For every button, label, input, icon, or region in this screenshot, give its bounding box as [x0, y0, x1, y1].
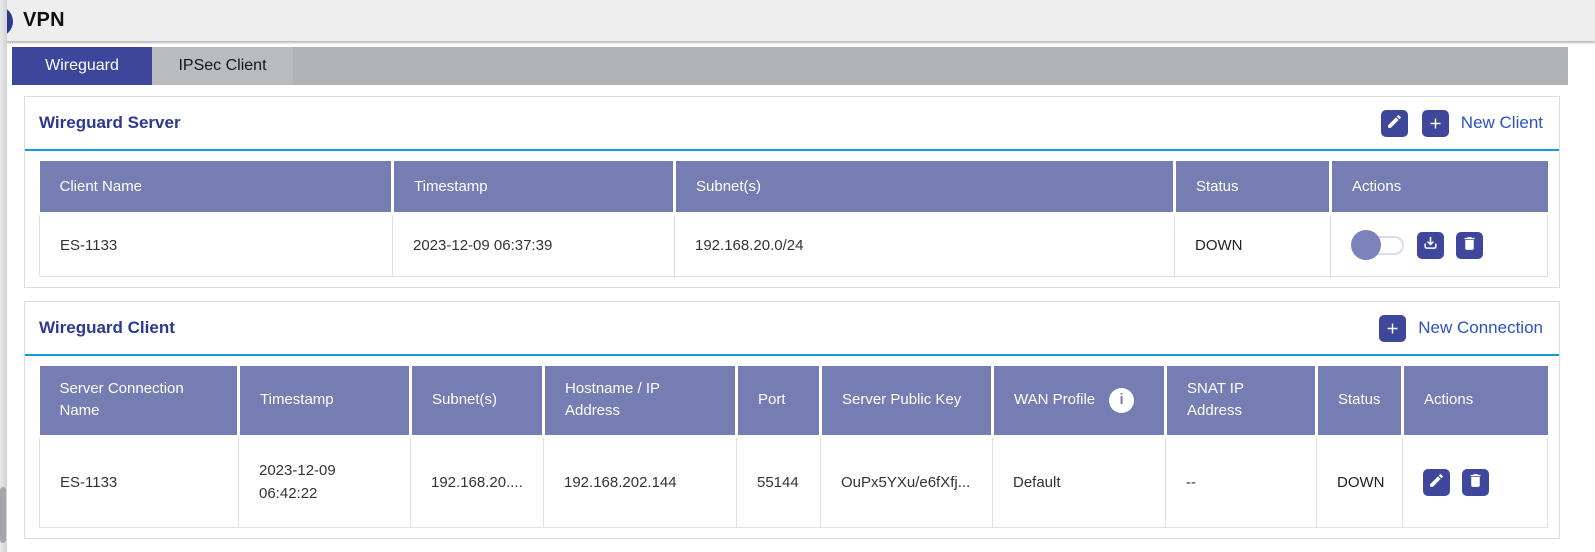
new-connection-button[interactable]: New Connection — [1379, 315, 1543, 342]
page-left-scrollbar[interactable] — [0, 0, 7, 552]
page-title: VPN — [23, 9, 65, 32]
column-header-actions: Actions — [1403, 366, 1548, 436]
column-header-snat-ip: SNAT IP Address — [1166, 366, 1317, 436]
trash-icon — [1467, 472, 1484, 492]
wireguard-server-header: Wireguard Server New Client — [25, 97, 1559, 151]
section-title: Wireguard Server — [39, 113, 181, 133]
delete-connection-button[interactable] — [1462, 469, 1489, 496]
new-connection-label: New Connection — [1418, 318, 1543, 338]
column-header-port: Port — [737, 366, 821, 436]
trash-icon — [1461, 235, 1478, 255]
wan-profile-label: WAN Profile — [1014, 389, 1095, 411]
wireguard-client-table: Server Connection Name Timestamp Subnet(… — [39, 366, 1548, 528]
cell-snat-ip: -- — [1166, 436, 1317, 527]
cell-status: DOWN — [1175, 213, 1331, 276]
wireguard-client-header: Wireguard Client New Connection — [25, 302, 1559, 356]
download-icon — [1422, 235, 1439, 255]
wireguard-server-panel: Wireguard Server New Client Client Name … — [24, 96, 1560, 288]
new-client-label: New Client — [1461, 113, 1543, 133]
cell-server-connection-name: ES-1133 — [40, 436, 239, 527]
client-table-header-row: Server Connection Name Timestamp Subnet(… — [40, 366, 1548, 436]
client-table-row: ES-1133 2023-12-09 06:42:22 192.168.20..… — [40, 436, 1548, 527]
edit-connection-button[interactable] — [1423, 469, 1450, 496]
cell-actions — [1331, 213, 1548, 276]
cell-client-name: ES-1133 — [40, 213, 393, 276]
cell-timestamp: 2023-12-09 06:37:39 — [393, 213, 675, 276]
cell-timestamp: 2023-12-09 06:42:22 — [239, 436, 411, 527]
wireguard-client-panel: Wireguard Client New Connection Server C… — [24, 301, 1560, 539]
new-client-button[interactable]: New Client — [1422, 110, 1543, 137]
section-title: Wireguard Client — [39, 318, 175, 338]
client-enable-toggle[interactable] — [1351, 230, 1405, 260]
scrollbar-thumb[interactable] — [0, 487, 6, 543]
column-header-timestamp: Timestamp — [239, 366, 411, 436]
cell-port: 55144 — [737, 436, 821, 527]
column-header-subnets: Subnet(s) — [411, 366, 544, 436]
toggle-knob — [1351, 230, 1381, 260]
column-header-status: Status — [1317, 366, 1403, 436]
client-header-actions: New Connection — [1379, 315, 1543, 342]
tab-wireguard[interactable]: Wireguard — [12, 47, 152, 85]
cell-hostname-ip: 192.168.202.144 — [544, 436, 737, 527]
column-header-actions: Actions — [1331, 161, 1548, 213]
page-header: VPN — [0, 0, 1595, 41]
download-config-button[interactable] — [1417, 232, 1444, 259]
column-header-wan-profile: WAN Profile — [993, 366, 1166, 436]
info-icon[interactable] — [1109, 388, 1134, 413]
wireguard-server-table: Client Name Timestamp Subnet(s) Status A… — [39, 161, 1548, 277]
cell-wan-profile: Default — [993, 436, 1166, 527]
server-table-row: ES-1133 2023-12-09 06:37:39 192.168.20.0… — [40, 213, 1548, 276]
tab-bar: Wireguard IPSec Client — [12, 47, 1568, 85]
delete-client-button[interactable] — [1456, 232, 1483, 259]
column-header-timestamp: Timestamp — [393, 161, 675, 213]
column-header-subnets: Subnet(s) — [675, 161, 1175, 213]
server-table-header-row: Client Name Timestamp Subnet(s) Status A… — [40, 161, 1548, 213]
cell-server-public-key: OuPx5YXu/e6fXfj... — [821, 436, 993, 527]
pencil-icon — [1428, 472, 1445, 492]
column-header-server-connection-name: Server Connection Name — [40, 366, 239, 436]
cell-status: DOWN — [1317, 436, 1403, 527]
cell-subnets: 192.168.20.0/24 — [675, 213, 1175, 276]
column-header-client-name: Client Name — [40, 161, 393, 213]
cell-actions — [1403, 436, 1548, 527]
plus-icon — [1422, 110, 1449, 137]
edit-server-button[interactable] — [1381, 110, 1408, 137]
cell-subnets: 192.168.20.... — [411, 436, 544, 527]
column-header-status: Status — [1175, 161, 1331, 213]
server-header-actions: New Client — [1381, 110, 1543, 137]
column-header-hostname-ip: Hostname / IP Address — [544, 366, 737, 436]
column-header-server-public-key: Server Public Key — [821, 366, 993, 436]
pencil-icon — [1386, 113, 1403, 133]
tab-ipsec-client[interactable]: IPSec Client — [152, 47, 293, 85]
plus-icon — [1379, 315, 1406, 342]
